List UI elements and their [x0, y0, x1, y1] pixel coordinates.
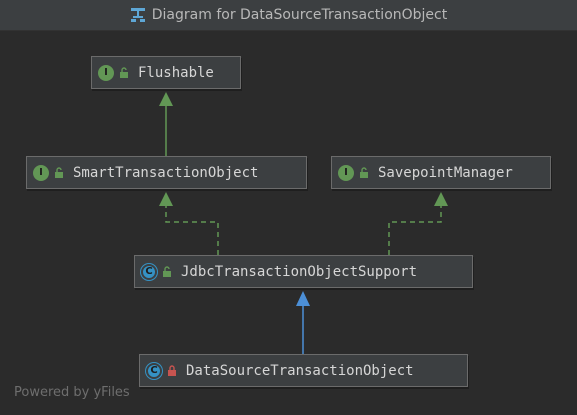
node-label: SmartTransactionObject — [73, 164, 259, 181]
node-label: Flushable — [138, 64, 214, 81]
interface-icon: I — [338, 164, 354, 181]
node-smart-transaction-object[interactable]: I SmartTransactionObject — [26, 156, 307, 189]
class-icon: C — [146, 362, 162, 379]
node-label: JdbcTransactionObjectSupport — [181, 263, 418, 280]
node-savepoint-manager[interactable]: I SavepointManager — [331, 156, 551, 189]
unlock-icon — [120, 66, 128, 78]
arrowhead-smart — [159, 192, 173, 206]
unlock-icon — [163, 265, 171, 277]
node-flushable[interactable]: I Flushable — [91, 56, 241, 89]
arrowhead-flushable — [159, 92, 173, 106]
unlock-icon — [55, 166, 63, 178]
interface-icon: I — [33, 164, 49, 181]
lock-icon — [168, 364, 176, 376]
interface-icon: I — [98, 64, 114, 81]
arrowhead-savepoint — [434, 192, 448, 206]
unlock-icon — [360, 166, 368, 178]
node-datasource-transaction-object[interactable]: C DataSourceTransactionObject — [139, 354, 468, 387]
edge-jdbc-to-savepoint — [388, 205, 442, 255]
node-label: DataSourceTransactionObject — [186, 362, 414, 379]
edge-jdbc-to-smart — [165, 205, 219, 255]
arrowhead-jdbc — [296, 291, 310, 306]
edges-layer — [159, 92, 448, 354]
node-label: SavepointManager — [378, 164, 513, 181]
node-jdbc-transaction-object-support[interactable]: C JdbcTransactionObjectSupport — [134, 255, 473, 288]
abstract-class-icon: C — [141, 263, 157, 280]
powered-by-label: Powered by yFiles — [14, 385, 130, 400]
